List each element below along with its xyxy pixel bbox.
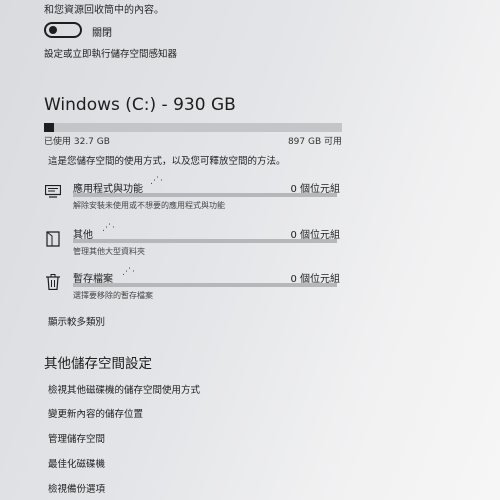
- storage-sense-toggle[interactable]: [44, 22, 82, 38]
- configure-storage-sense-link[interactable]: 設定或立即執行儲存空間感知器: [44, 46, 177, 60]
- storage-description: 這是您儲存空間的使用方式，以及您可釋放空間的方法。: [48, 156, 286, 167]
- drive-title: Windows (C:) - 930 GB: [44, 95, 236, 115]
- drive-usage-bar: [44, 123, 342, 132]
- view-backup-options-link[interactable]: 檢視備份選項: [48, 481, 105, 495]
- free-space-label: 897 GB 可用: [287, 137, 342, 147]
- category-usage-bar: [73, 283, 337, 287]
- toggle-state-label: 關閉: [92, 28, 112, 39]
- trash-icon: [42, 271, 64, 293]
- category-subtitle: 選擇要移除的暫存檔案: [73, 291, 153, 300]
- loading-spinner-icon: ⋰·: [122, 267, 136, 277]
- optimize-drives-link[interactable]: 最佳化磁碟機: [48, 456, 105, 470]
- view-other-drives-link[interactable]: 檢視其他磁碟機的儲存空間使用方式: [48, 382, 200, 396]
- loading-spinner-icon: ⋰·: [102, 223, 116, 233]
- used-space-label: 已使用 32.7 GB: [44, 137, 110, 147]
- category-usage-bar: [73, 193, 337, 197]
- storage-sense-description: 和您資源回收筒中的內容。: [44, 5, 164, 16]
- category-subtitle: 解除安裝未使用或不想要的應用程式與功能: [73, 201, 225, 210]
- drive-usage-fill: [44, 123, 55, 132]
- category-subtitle: 管理其他大型資料夾: [73, 247, 145, 256]
- category-temporary-files[interactable]: 暫存檔案 ⋰· 0 個位元組 選擇要移除的暫存檔案: [40, 265, 340, 305]
- toggle-knob: [49, 26, 57, 34]
- show-more-categories-link[interactable]: 顯示較多類別: [48, 314, 105, 328]
- change-save-location-link[interactable]: 變更新內容的儲存位置: [48, 406, 143, 420]
- apps-icon: [42, 180, 64, 202]
- more-storage-settings-title: 其他儲存空間設定: [44, 356, 152, 372]
- document-icon: [42, 227, 64, 249]
- manage-storage-spaces-link[interactable]: 管理儲存空間: [48, 431, 105, 445]
- category-usage-bar: [73, 239, 337, 243]
- category-other[interactable]: 其他 ⋰· 0 個位元組 管理其他大型資料夾: [40, 221, 340, 261]
- loading-spinner-icon: ⋰·: [150, 176, 164, 186]
- category-apps[interactable]: 應用程式與功能 ⋰· 0 個位元組 解除安裝未使用或不想要的應用程式與功能: [40, 172, 340, 212]
